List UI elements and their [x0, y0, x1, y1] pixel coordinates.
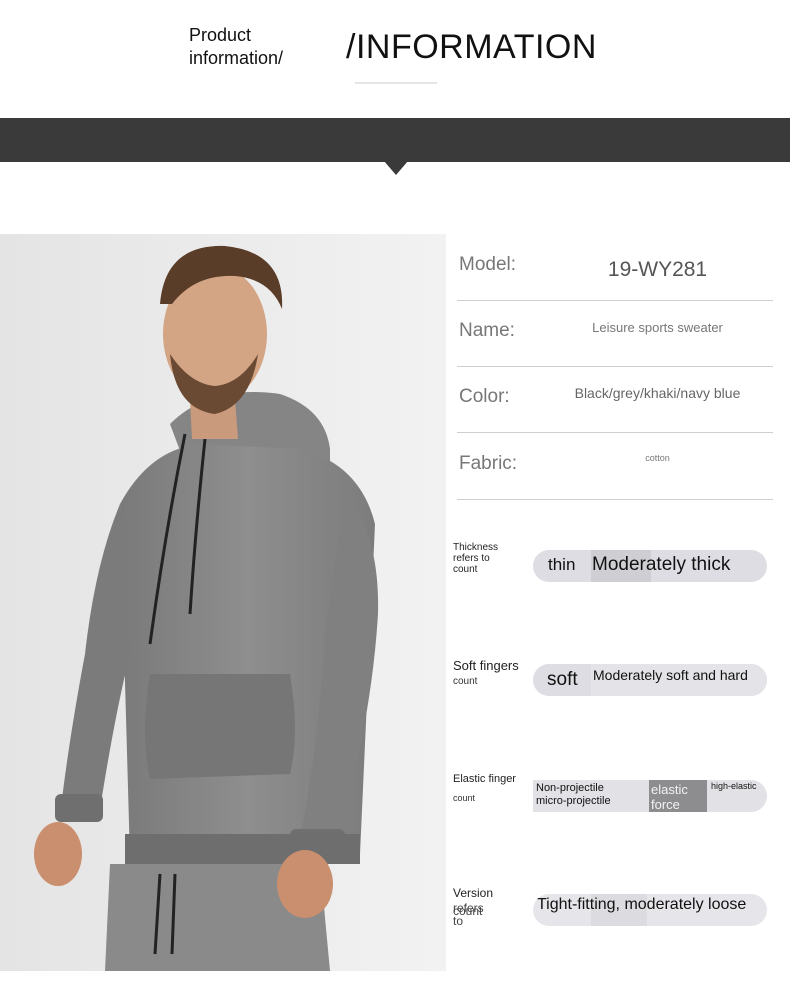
thickness-option-moderately-thick: Moderately thick: [592, 554, 731, 575]
spec-model-key: Model:: [459, 254, 517, 275]
spec-fabric-key: Fabric:: [459, 453, 518, 474]
spec-row-model: Model: 19-WY281: [457, 234, 773, 301]
elastic-option-non-projectile: Non-projectile micro-projectile: [536, 782, 611, 808]
down-arrow-icon: [384, 161, 408, 175]
elastic-label: Elastic finger count: [453, 773, 516, 805]
spec-fabric-value: cotton: [645, 453, 670, 463]
softness-label-line1: Soft fingers: [453, 658, 519, 673]
spec-name-value: Leisure sports sweater: [592, 320, 723, 335]
elastic-scale: Non-projectile micro-projectile elastic …: [533, 780, 767, 812]
softness-option-soft: soft: [547, 669, 578, 690]
thickness-label-line3: count: [453, 564, 478, 575]
softness-option-moderately-soft-and-hard: Moderately soft and hard: [593, 667, 748, 683]
softness-label: Soft fingers count: [453, 659, 519, 688]
spec-color-value: Black/grey/khaki/navy blue: [574, 385, 741, 401]
spec-row-fabric: Fabric: cotton: [457, 433, 773, 500]
header-left-title: Product information/: [189, 24, 283, 70]
header-left-line2: information/: [189, 48, 284, 68]
version-scale: Tight-fitting, moderately loose: [533, 894, 767, 926]
thickness-label-line2: refers to: [453, 553, 490, 564]
version-label-line3: count: [453, 904, 483, 918]
thickness-label-line1: Thickness: [453, 542, 499, 553]
elastic-option-a-line2: micro-projectile: [536, 795, 611, 807]
version-label: Version refers to count: [453, 886, 494, 928]
softness-scale: soft Moderately soft and hard: [533, 664, 767, 696]
dark-band-divider: [0, 118, 790, 162]
model-in-hoodie-illustration: [0, 234, 446, 971]
header-left-line1: Product: [189, 25, 252, 45]
elastic-option-b-line2: force: [651, 797, 680, 812]
spec-color-key: Color:: [459, 386, 510, 407]
elastic-label-line2: count: [453, 793, 476, 803]
spec-row-color: Color: Black/grey/khaki/navy blue: [457, 366, 773, 433]
elastic-option-a-line1: Non-projectile: [536, 782, 604, 794]
product-photo: [0, 234, 446, 971]
version-option-tight-fitting: Tight-fitting, moderately loose: [537, 896, 747, 913]
spec-name-key: Name:: [459, 320, 515, 341]
spec-model-value: 19-WY281: [607, 258, 708, 281]
version-label-line1: Version: [453, 886, 494, 900]
thickness-option-thin: thin: [548, 555, 576, 574]
thickness-label: Thickness refers to count: [453, 542, 498, 575]
elastic-option-elastic-force: elastic force: [651, 782, 688, 812]
header-information-title: /INFORMATION: [346, 28, 597, 66]
thickness-scale: thin Moderately thick: [533, 550, 767, 582]
softness-label-line2: count: [453, 676, 478, 687]
elastic-label-line1: Elastic finger: [453, 773, 516, 785]
spec-row-name: Name: Leisure sports sweater: [457, 300, 773, 367]
elastic-option-high-elastic: high-elastic: [711, 781, 757, 791]
header-underline: [355, 82, 437, 84]
elastic-option-b-line1: elastic: [651, 782, 688, 797]
